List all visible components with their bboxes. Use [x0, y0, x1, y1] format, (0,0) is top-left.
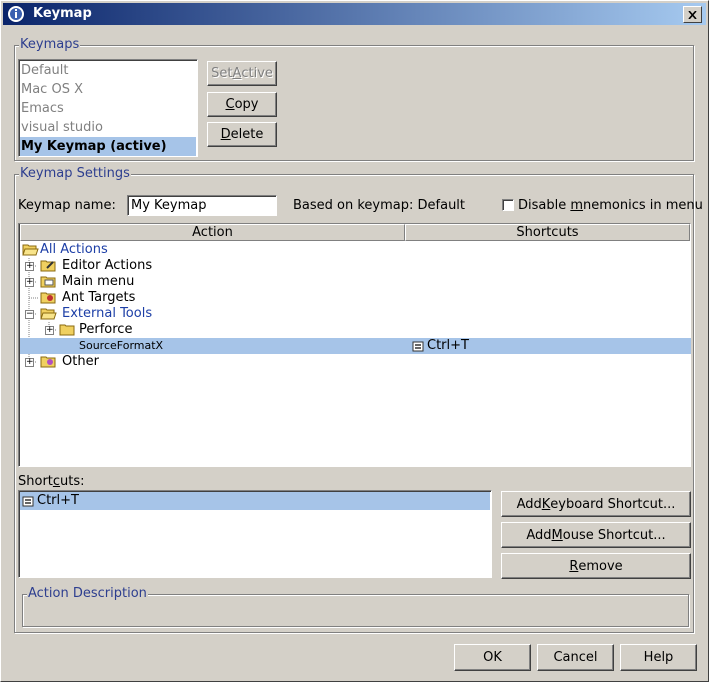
keymap-list-item[interactable]: My Keymap (active)	[20, 137, 196, 156]
expand-other[interactable]: +	[25, 358, 34, 367]
keymap-dialog: Keymap Keymaps Default Mac OS X Emacs visua…	[0, 0, 709, 682]
keyboard-icon	[412, 341, 424, 352]
expand-editor-actions[interactable]: +	[25, 262, 34, 271]
action-description-title: Action Description	[27, 586, 148, 602]
expand-main-menu[interactable]: +	[25, 278, 34, 287]
title-bar[interactable]: Keymap	[3, 3, 706, 25]
keymap-settings-group-title: Keymap Settings	[19, 166, 131, 182]
close-button[interactable]	[683, 6, 702, 23]
ok-button[interactable]: OK	[454, 644, 531, 671]
copy-button[interactable]: Copy	[207, 92, 277, 117]
keyboard-icon	[22, 496, 34, 507]
shortcut-list-item[interactable]: Ctrl+T	[20, 492, 490, 510]
tree-row-main-menu[interactable]: Main menu	[62, 274, 134, 290]
other-folder-icon	[40, 356, 56, 368]
tree-row-editor-actions[interactable]: Editor Actions	[62, 258, 152, 274]
menu-folder-icon	[40, 276, 56, 288]
actions-table[interactable]: Action Shortcuts All Actions + Editor Ac…	[18, 223, 691, 467]
add-mouse-shortcut-button[interactable]: Add Mouse Shortcut...	[501, 522, 691, 548]
based-on-label: Based on keymap: Default	[293, 198, 466, 213]
tree-row-perforce[interactable]: Perforce	[79, 322, 132, 338]
keymaps-group-title: Keymaps	[19, 37, 81, 53]
folder-open-icon	[40, 308, 57, 320]
window-title: Keymap	[33, 6, 92, 21]
disable-mnemonics-checkbox[interactable]	[502, 199, 514, 211]
help-button[interactable]: Help	[620, 644, 697, 671]
tree-row-sourceformatx[interactable]: SourceFormatX	[79, 338, 163, 354]
delete-button[interactable]: Delete	[207, 122, 277, 147]
tree-row-external-tools[interactable]: External Tools	[62, 306, 152, 322]
shortcuts-label: Shortcuts:	[18, 474, 85, 489]
keymap-name-input[interactable]: My Keymap	[127, 195, 277, 216]
add-keyboard-shortcut-button[interactable]: Add Keyboard Shortcut...	[501, 491, 691, 517]
shortcut-item-label: Ctrl+T	[37, 493, 79, 508]
shortcuts-column-header[interactable]: Shortcuts	[405, 224, 690, 241]
collapse-external-tools[interactable]: −	[25, 310, 34, 319]
tree-row-other[interactable]: Other	[62, 354, 99, 370]
folder-open-icon	[22, 244, 39, 256]
disable-mnemonics-label[interactable]: Disable mnemonics in menu	[518, 198, 703, 213]
remove-button[interactable]: Remove	[501, 553, 691, 579]
set-active-button[interactable]: Set Active	[207, 61, 277, 86]
ant-folder-icon	[40, 292, 56, 304]
editor-folder-icon	[40, 260, 56, 272]
keymap-list-item[interactable]: Emacs	[20, 99, 196, 118]
shortcuts-list[interactable]: Ctrl+T	[18, 490, 492, 578]
close-icon	[688, 10, 697, 19]
shortcut-cell-ctrl-t: Ctrl+T	[427, 338, 469, 353]
keymaps-list[interactable]: Default Mac OS X Emacs visual studio My Keym…	[18, 59, 198, 157]
expand-perforce[interactable]: +	[45, 326, 54, 335]
keymap-name-label: Keymap name:	[18, 198, 116, 213]
action-description-group: Action Description	[22, 586, 689, 627]
folder-icon	[59, 324, 75, 336]
tree-row-all-actions[interactable]: All Actions	[40, 242, 108, 258]
keymap-list-item[interactable]: Mac OS X	[20, 80, 196, 99]
tree-row-ant-targets[interactable]: Ant Targets	[62, 290, 135, 306]
keymap-list-item[interactable]: visual studio	[20, 118, 196, 137]
info-icon	[7, 5, 25, 23]
keymap-list-item[interactable]: Default	[20, 61, 196, 80]
cancel-button[interactable]: Cancel	[537, 644, 614, 671]
